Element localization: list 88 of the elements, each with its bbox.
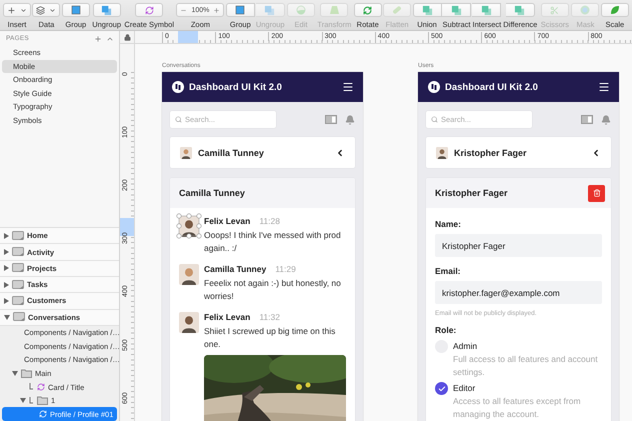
menu-icon[interactable] [342, 81, 354, 93]
artboard-icon [12, 280, 24, 290]
field-label: Name: [435, 219, 462, 229]
message-text: Feeelix not again :-) but honestly, no worries! [204, 277, 342, 303]
logo-icon [172, 81, 184, 93]
scissors-icon [550, 6, 560, 14]
field-label: Role: [435, 325, 458, 335]
square-icon [235, 5, 246, 15]
trapezoid-icon [328, 5, 340, 15]
avatar [179, 264, 199, 285]
layers-icon [36, 6, 46, 14]
toolbar-button[interactable] [354, 3, 382, 17]
text-field[interactable]: Kristopher Fager [435, 234, 602, 257]
add-page-icon[interactable] [94, 34, 102, 42]
squares-icon [264, 4, 276, 16]
ruler-highlight [178, 31, 198, 43]
toolbar-button[interactable] [600, 3, 629, 17]
card-title: Camilla Tunney [179, 188, 246, 198]
sidebar-layout-icon[interactable] [581, 115, 593, 124]
folder-icon [21, 368, 32, 378]
message-author: Felix Levan [204, 216, 250, 226]
bell-icon[interactable] [601, 114, 611, 124]
radio-button[interactable] [435, 382, 448, 395]
search-icon [431, 116, 438, 123]
option-label: Admin [453, 340, 478, 353]
toolbar-button[interactable] [62, 3, 90, 17]
back-icon[interactable] [335, 148, 345, 158]
avatar [179, 312, 199, 333]
message-text: Ooops! I think I've messed with prod again.. :/ [204, 229, 342, 255]
symbol-icon [144, 6, 154, 14]
contact-name: Kristopher Fager [454, 148, 528, 158]
menu-icon[interactable] [598, 81, 610, 93]
avatar [436, 146, 448, 158]
card-title: Kristopher Fager [435, 188, 509, 198]
logo-icon [428, 81, 440, 93]
artboard-icon [13, 312, 25, 322]
caret-icon [49, 6, 56, 14]
app-title: Dashboard UI Kit 2.0 [189, 82, 283, 92]
pill-icon [392, 5, 402, 15]
caret-icon [20, 6, 27, 14]
check-icon [438, 384, 446, 392]
text-field[interactable]: kristopher.fager@example.com [435, 281, 602, 304]
artboard-icon [12, 296, 24, 306]
squares-icon [101, 4, 112, 16]
message-time: 11:29 [275, 264, 296, 274]
zoom-in-icon [213, 6, 220, 14]
plus-icon [7, 6, 16, 14]
message-author: Felix Levan [204, 312, 250, 322]
field-label: Email: [435, 266, 462, 276]
trash-icon [592, 189, 600, 197]
message-author: Camilla Tunney [204, 264, 266, 274]
overlapping-squares-icon [422, 4, 433, 16]
rotate-icon [363, 6, 372, 14]
delete-button[interactable] [588, 184, 605, 202]
back-icon[interactable] [591, 148, 601, 158]
overlapping-squares-icon [450, 4, 462, 16]
pie-icon [296, 5, 306, 15]
sidebar-layout-icon[interactable] [325, 115, 337, 124]
dropdown-button[interactable] [32, 3, 60, 17]
option-label: Editor [453, 382, 476, 395]
overlapping-squares-icon [480, 4, 492, 16]
toolbar-button[interactable] [92, 3, 121, 17]
symbol-icon [39, 410, 47, 418]
toolbar-button[interactable] [135, 3, 164, 17]
contact-card[interactable]: Kristopher Fager [426, 137, 611, 168]
message-time: 11:32 [259, 312, 280, 322]
app-title: Dashboard UI Kit 2.0 [445, 82, 539, 92]
message-time: 11:28 [259, 216, 280, 226]
option-description: Full access to all features and account settings. [453, 353, 599, 379]
search-icon [175, 116, 182, 123]
dropdown-button[interactable] [3, 3, 31, 17]
artboard-icon [12, 247, 24, 257]
square-icon [70, 5, 81, 15]
symbol-icon [37, 383, 45, 392]
bell-icon[interactable] [345, 114, 355, 124]
artboard-icon [12, 263, 24, 274]
lock-icon[interactable] [124, 34, 130, 40]
message-text: Shiiet I screwed up big time on this one. [204, 325, 336, 351]
avatar [180, 146, 192, 158]
contact-card[interactable]: Camilla Tunney [170, 137, 355, 168]
contact-name: Camilla Tunney [198, 148, 265, 158]
toolbar-button[interactable] [226, 3, 255, 17]
leaf-icon [610, 5, 620, 15]
overlapping-squares-icon [514, 4, 526, 16]
circle-icon [580, 5, 590, 15]
artboard-icon [12, 230, 24, 241]
selection-handles[interactable] [175, 212, 203, 240]
option-description: Access to all features except from managing the account. [453, 395, 582, 421]
